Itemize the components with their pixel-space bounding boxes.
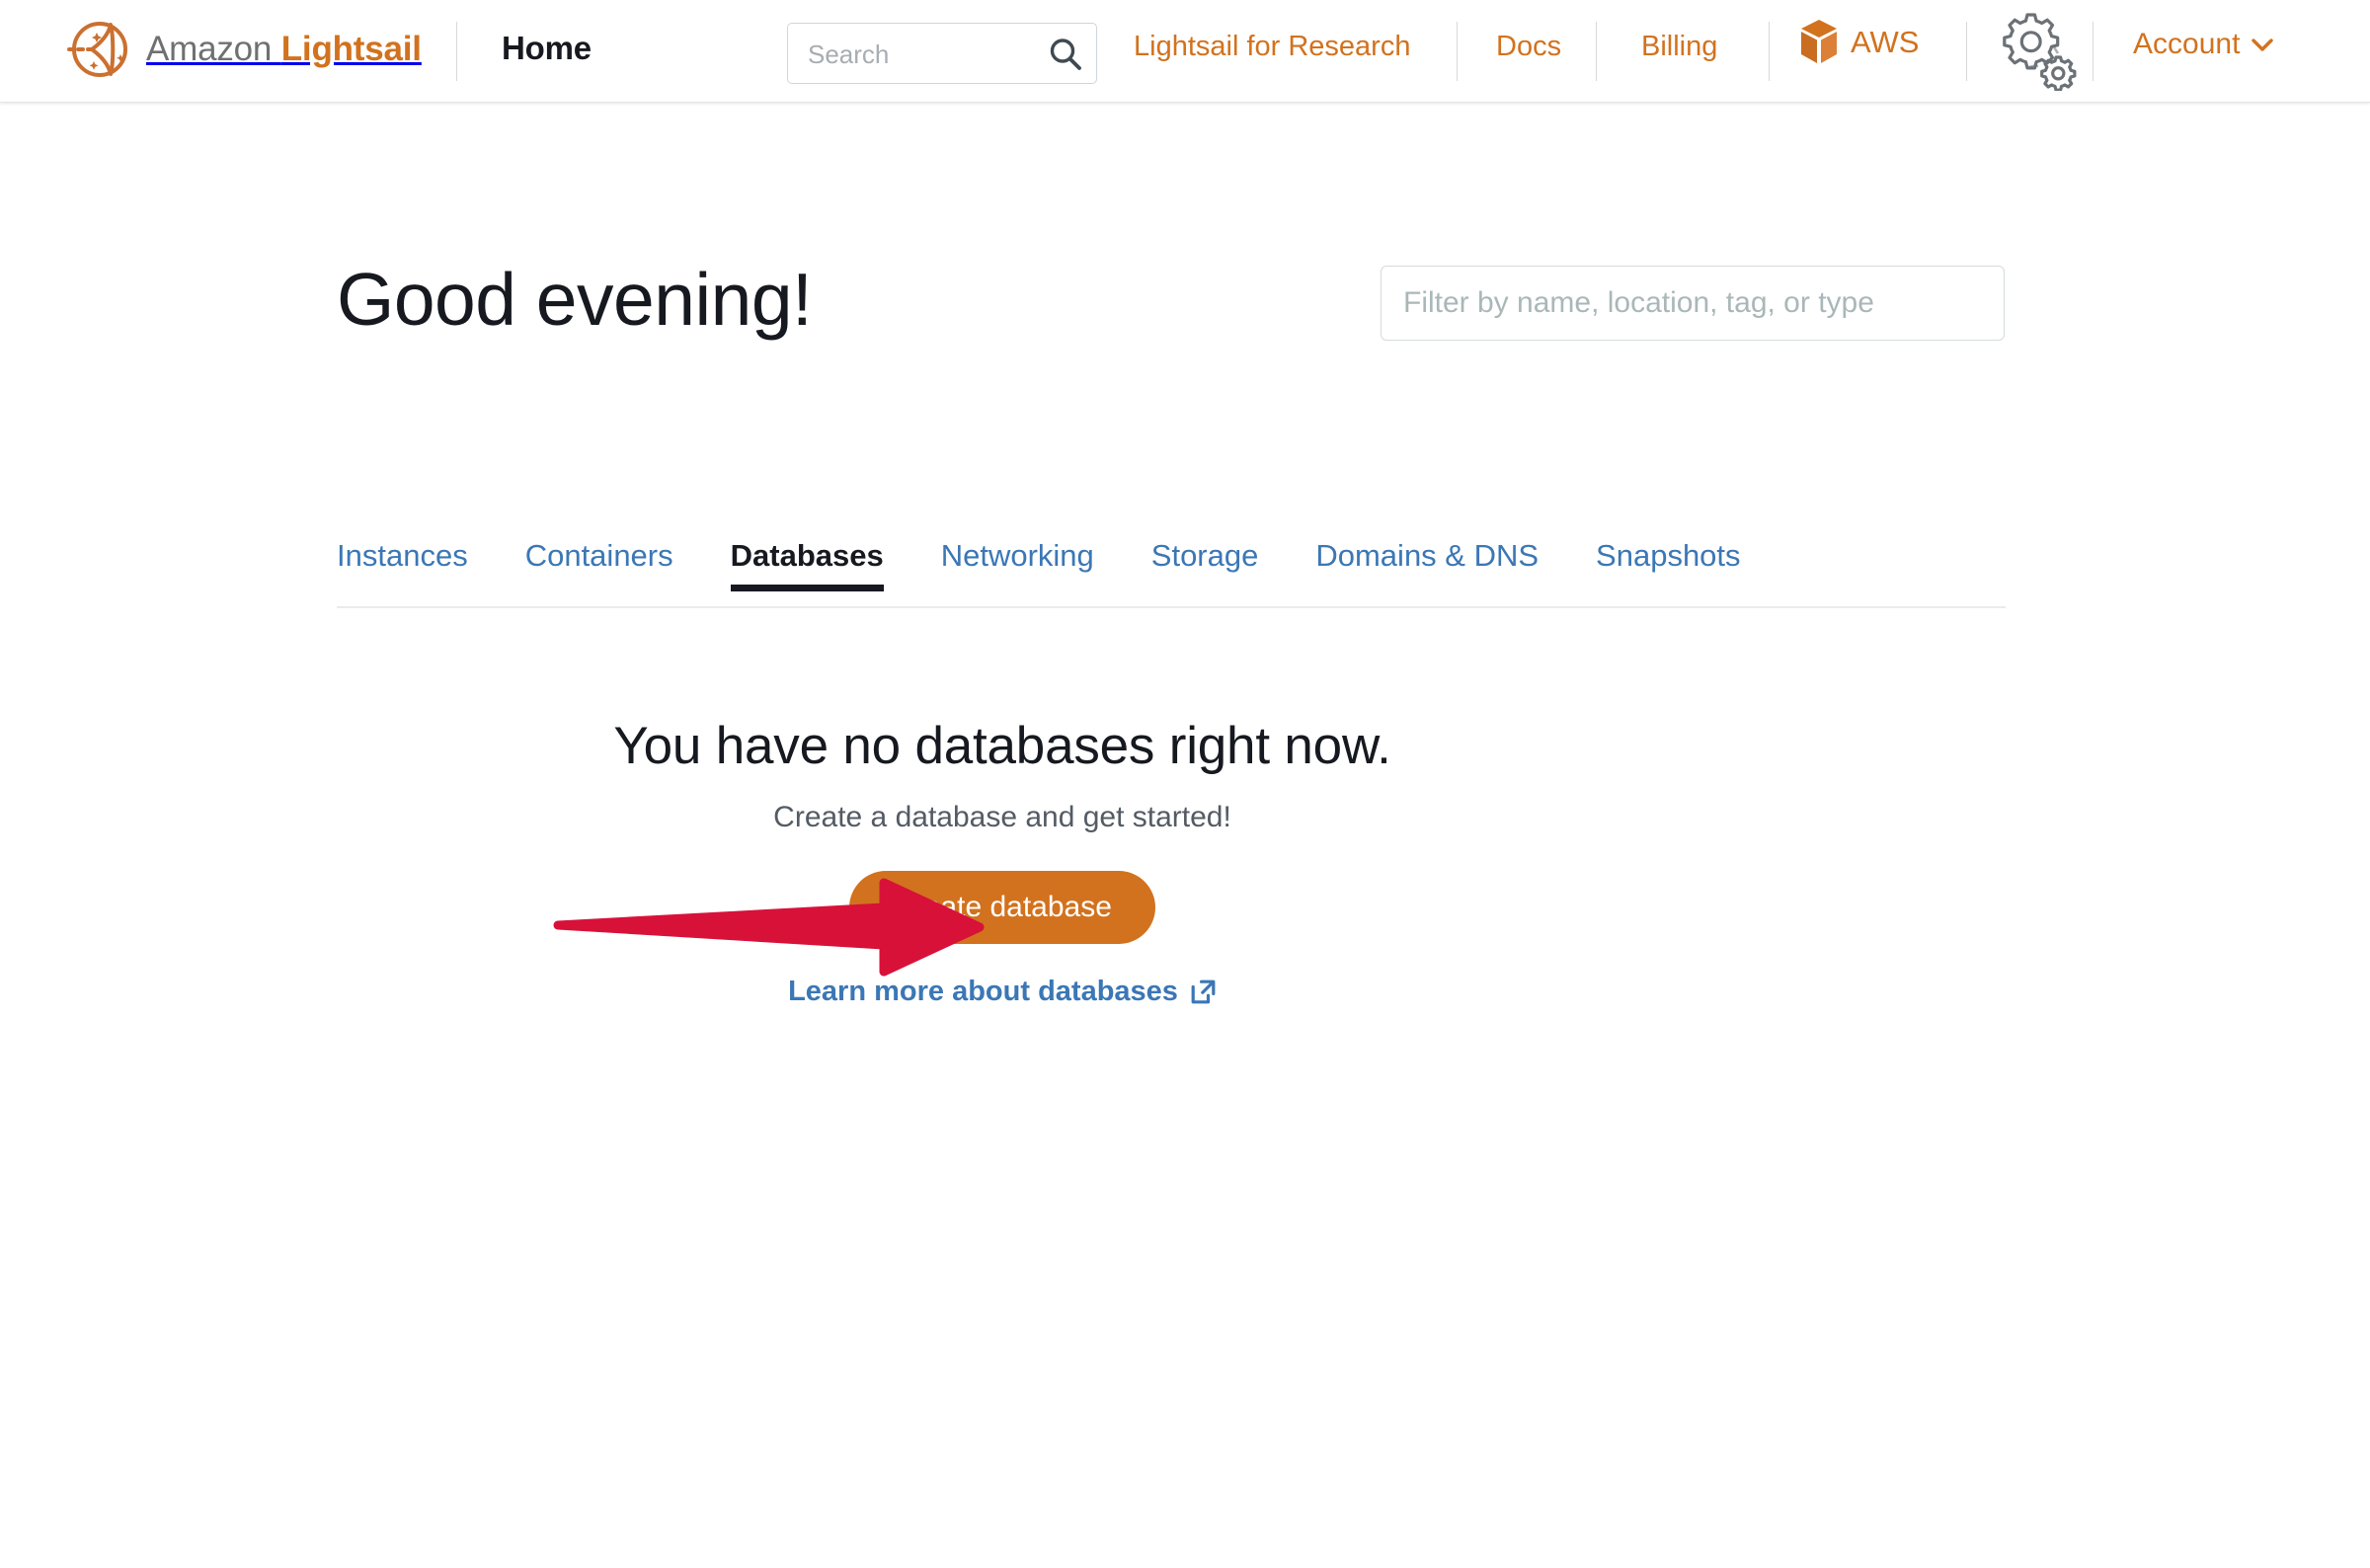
tab-snapshots[interactable]: Snapshots [1596, 537, 1741, 591]
learn-more-about-databases-link[interactable]: Learn more about databases [788, 976, 1217, 1008]
gears-icon[interactable] [1997, 8, 2080, 91]
account-label: Account [2133, 28, 2240, 61]
nav-item-lightsail-for-research[interactable]: Lightsail for Research [1134, 31, 1410, 63]
nav-divider-4 [1769, 22, 1770, 81]
external-link-icon [1190, 979, 1217, 1005]
lightsail-brand-home-link[interactable]: Amazon Lightsail [61, 10, 422, 89]
page-title: Good evening! [337, 263, 812, 337]
top-navigation-bar: Amazon Lightsail Home Lightsail for Rese… [0, 0, 2370, 103]
tab-domains-dns[interactable]: Domains & DNS [1315, 537, 1539, 591]
learn-more-label: Learn more about databases [788, 976, 1178, 1008]
nav-divider-3 [1596, 22, 1597, 81]
empty-state-title: You have no databases right now. [0, 715, 2005, 778]
tab-containers[interactable]: Containers [525, 537, 673, 591]
brand-wordmark: Amazon Lightsail [146, 30, 422, 69]
nav-item-docs[interactable]: Docs [1496, 31, 1561, 63]
search-icon[interactable] [1047, 36, 1084, 73]
empty-state-help: Learn more about databases [0, 944, 2005, 1008]
tab-storage[interactable]: Storage [1151, 537, 1259, 591]
empty-state-actions: Create database [0, 835, 2005, 944]
global-search-box[interactable] [787, 23, 1097, 84]
nav-item-home[interactable]: Home [502, 30, 592, 67]
brand-word-amazon: Amazon [146, 30, 281, 68]
nav-divider-2 [1457, 22, 1458, 81]
aws-label: AWS [1851, 25, 1919, 60]
nav-item-aws-console[interactable]: AWS [1797, 18, 1919, 67]
empty-state-subtitle: Create a database and get started! [0, 800, 2005, 835]
brand-word-lightsail: Lightsail [281, 30, 422, 68]
chevron-down-icon [2251, 37, 2274, 52]
nav-divider-1 [456, 22, 457, 81]
databases-empty-state: You have no databases right now. Create … [0, 715, 2005, 1008]
tab-networking[interactable]: Networking [941, 537, 1094, 591]
tab-list: Instances Containers Databases Networkin… [337, 537, 2006, 606]
nav-divider-6 [2093, 22, 2094, 81]
lightsail-logo-icon [61, 14, 132, 85]
search-input[interactable] [806, 24, 1037, 85]
account-menu-button[interactable]: Account [2133, 28, 2274, 61]
filter-input-wrapper[interactable] [1381, 266, 2005, 341]
aws-cube-icon [1797, 18, 1841, 67]
filter-input[interactable] [1382, 267, 2004, 340]
create-database-button[interactable]: Create database [849, 871, 1155, 944]
tab-instances[interactable]: Instances [337, 537, 468, 591]
tab-databases[interactable]: Databases [731, 537, 884, 591]
nav-item-billing[interactable]: Billing [1641, 31, 1717, 63]
resource-tabs: Instances Containers Databases Networkin… [337, 537, 2006, 608]
nav-divider-5 [1966, 22, 1967, 81]
